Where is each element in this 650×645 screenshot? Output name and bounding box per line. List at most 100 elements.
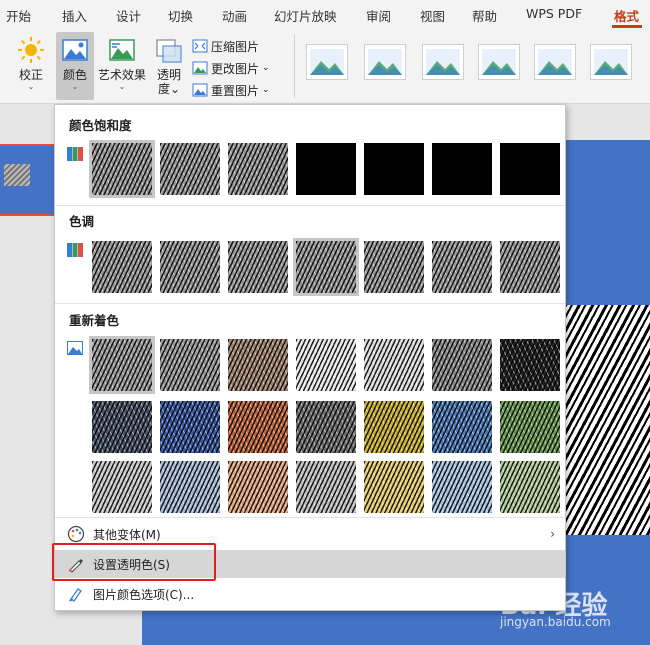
tab-3[interactable]: 切换	[168, 6, 193, 25]
picture-color-options-menu-item[interactable]: 图片颜色选项(C)...	[55, 580, 565, 608]
color-swatch[interactable]	[160, 461, 220, 513]
color-label: 颜色	[62, 68, 87, 82]
tab-2[interactable]: 设计	[116, 6, 141, 25]
saturation-section-title: 颜色饱和度	[69, 118, 132, 133]
chevron-down-icon: ⌄	[262, 63, 270, 73]
color-swatch[interactable]	[160, 241, 220, 293]
color-swatch[interactable]	[92, 241, 152, 293]
active-tab-underline	[612, 25, 642, 28]
correct-button[interactable]: 校正 ⌄	[14, 36, 48, 92]
section-divider	[55, 205, 565, 206]
color-button[interactable]: 颜色 ⌄	[56, 32, 94, 100]
tab-7[interactable]: 视图	[420, 6, 445, 25]
color-swatch[interactable]	[500, 241, 560, 293]
color-swatch[interactable]	[432, 241, 492, 293]
compress-label: 压缩图片	[211, 39, 260, 54]
color-swatch[interactable]	[296, 401, 356, 453]
tab-4[interactable]: 动画	[222, 6, 247, 25]
compress-pictures-button[interactable]: 压缩图片	[192, 36, 259, 56]
compress-icon	[192, 39, 208, 53]
color-swatch[interactable]	[364, 461, 424, 513]
tab-6[interactable]: 审阅	[366, 6, 391, 25]
chevron-down-icon: ⌄	[262, 85, 270, 95]
change-picture-button[interactable]: 更改图片 ⌄	[192, 58, 270, 78]
color-dropdown-gallery: 颜色饱和度 色调 重新着色 其他变体(M) › 设置透明色(S) 图片颜色选项(…	[54, 104, 566, 611]
color-swatch[interactable]	[364, 143, 424, 195]
slide-picture[interactable]	[564, 305, 650, 535]
artistic-effects-label: 艺术效果	[97, 68, 146, 82]
recolor-icon	[67, 341, 83, 355]
color-swatch[interactable]	[228, 241, 288, 293]
picture-style-option[interactable]	[478, 44, 520, 80]
color-swatch[interactable]	[364, 339, 424, 391]
picture-style-icon	[538, 49, 572, 75]
picture-style-icon	[594, 49, 628, 75]
color-swatch[interactable]	[160, 401, 220, 453]
section-divider	[55, 517, 565, 518]
color-swatch[interactable]	[296, 143, 356, 195]
tab-5[interactable]: 幻灯片放映	[274, 6, 337, 25]
color-swatch[interactable]	[89, 336, 155, 394]
color-swatch[interactable]	[228, 401, 288, 453]
picture-color-icon	[62, 39, 88, 61]
color-swatch[interactable]	[500, 401, 560, 453]
color-swatch[interactable]	[89, 140, 155, 198]
ribbon-divider	[294, 34, 295, 98]
tab-10[interactable]: 格式	[614, 6, 639, 25]
more-variants-label: 其他变体(M)	[93, 527, 161, 542]
color-swatch[interactable]	[364, 401, 424, 453]
correct-label: 校正	[18, 68, 43, 82]
chevron-down-icon: ⌄	[118, 82, 126, 91]
format-ribbon: 校正 ⌄ 颜色 ⌄ 艺术效果 ⌄ 透明 度⌄ 压缩图片 更改图片 ⌄ 重置图片 …	[0, 30, 650, 104]
reset-picture-button[interactable]: 重置图片 ⌄	[192, 80, 270, 100]
tone-section-title: 色调	[69, 214, 95, 229]
picture-style-option[interactable]	[534, 44, 576, 80]
reset-picture-icon	[192, 83, 208, 97]
color-swatch[interactable]	[432, 143, 492, 195]
tab-9[interactable]: WPS PDF	[526, 6, 582, 21]
color-swatch[interactable]	[364, 241, 424, 293]
highlight-annotation-box	[52, 543, 216, 581]
color-swatch[interactable]	[432, 401, 492, 453]
color-swatch[interactable]	[293, 238, 359, 296]
tab-1[interactable]: 插入	[62, 6, 87, 25]
artistic-effects-icon	[109, 39, 135, 61]
transparency-label: 透明	[156, 68, 181, 82]
transparency-label-2: 度⌄	[157, 82, 181, 96]
color-swatch[interactable]	[500, 143, 560, 195]
color-swatch[interactable]	[296, 339, 356, 391]
color-swatch[interactable]	[160, 339, 220, 391]
color-swatch[interactable]	[228, 461, 288, 513]
sun-icon	[18, 37, 44, 63]
chevron-right-icon: ›	[550, 527, 555, 541]
picture-style-option[interactable]	[364, 44, 406, 80]
color-swatch[interactable]	[432, 339, 492, 391]
picture-style-icon	[368, 49, 402, 75]
color-swatch[interactable]	[500, 339, 560, 391]
color-swatch[interactable]	[92, 461, 152, 513]
transparency-button[interactable]: 透明 度⌄	[152, 36, 186, 96]
picture-style-option[interactable]	[590, 44, 632, 80]
artistic-effects-button[interactable]: 艺术效果 ⌄	[96, 36, 148, 92]
slide-thumbnail[interactable]	[0, 144, 56, 216]
color-swatch[interactable]	[160, 143, 220, 195]
tab-8[interactable]: 帮助	[472, 6, 497, 25]
tone-icon	[67, 243, 83, 257]
watermark-url: jingyan.baidu.com	[500, 615, 611, 629]
picture-style-option[interactable]	[422, 44, 464, 80]
picture-style-icon	[426, 49, 460, 75]
picture-style-icon	[310, 49, 344, 75]
color-swatch[interactable]	[500, 461, 560, 513]
recolor-section-title: 重新着色	[69, 313, 120, 328]
saturation-icon	[67, 147, 83, 161]
color-swatch[interactable]	[228, 143, 288, 195]
reset-picture-label: 重置图片	[211, 83, 260, 98]
color-swatch[interactable]	[432, 461, 492, 513]
color-swatch[interactable]	[92, 401, 152, 453]
picture-style-option[interactable]	[306, 44, 348, 80]
color-swatch[interactable]	[296, 461, 356, 513]
tab-0[interactable]: 开始	[6, 6, 31, 25]
color-swatch[interactable]	[228, 339, 288, 391]
picture-color-options-label: 图片颜色选项(C)...	[93, 587, 195, 602]
change-picture-label: 更改图片	[211, 61, 260, 76]
